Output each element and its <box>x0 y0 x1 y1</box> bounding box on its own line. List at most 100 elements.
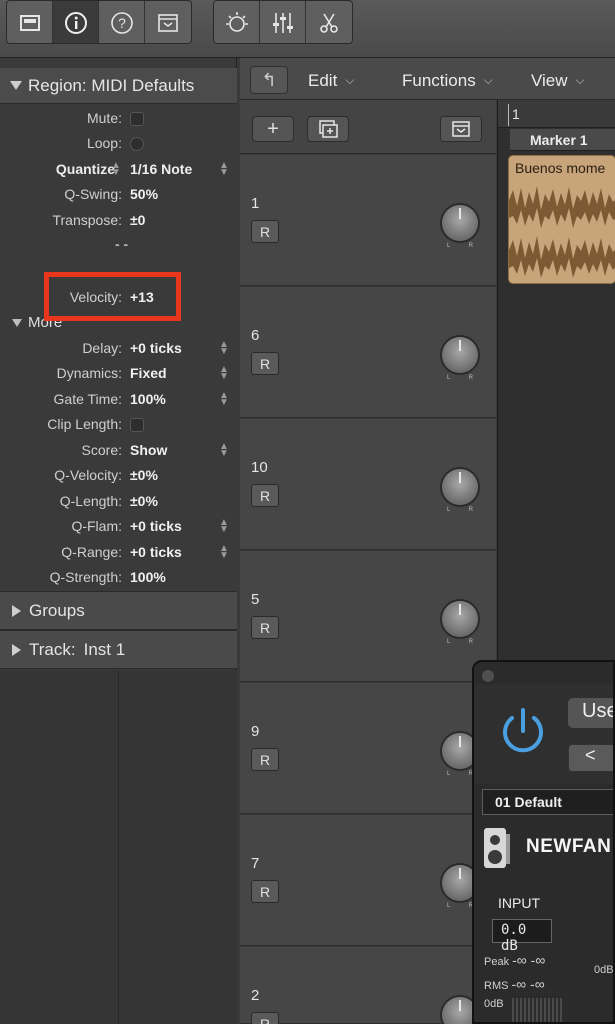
mixer-sliders-icon <box>272 13 293 33</box>
track-row[interactable]: 5 R LR <box>240 551 496 682</box>
main-toolbar: ? <box>0 0 615 58</box>
pan-knob[interactable]: LR <box>442 601 478 645</box>
dynamics-value[interactable]: Fixed <box>130 365 167 381</box>
stepper-icon: ▲ ▼ <box>219 517 229 535</box>
record-enable-button[interactable]: R <box>251 616 279 639</box>
param-quantize[interactable]: Quantize ▲ ▼ 1/16 Note ▲ ▼ <box>0 159 237 181</box>
gate-time-value[interactable]: 100% <box>130 391 166 407</box>
track-row[interactable]: 7 R LR <box>240 815 496 946</box>
smart-controls-button[interactable] <box>214 1 260 43</box>
input-gain-field[interactable]: 0.0 dB <box>492 919 552 954</box>
rms-value: -∞ -∞ <box>511 976 545 992</box>
inspector-button[interactable] <box>53 1 99 43</box>
mute-checkbox[interactable] <box>130 112 144 126</box>
track-number: 6 <box>251 327 260 344</box>
track-label: Track: <box>29 639 76 659</box>
groups-label: Groups <box>29 600 85 620</box>
waveform-graphic <box>509 186 615 278</box>
score-value[interactable]: Show <box>130 442 167 458</box>
q-velocity-value[interactable]: ±0% <box>130 467 158 483</box>
q-strength-value[interactable]: 100% <box>130 569 166 585</box>
stepper-icon: ▲ ▼ <box>219 543 229 561</box>
rms-label: RMS <box>484 980 509 992</box>
info-icon <box>64 12 87 34</box>
mixer-button[interactable] <box>260 1 306 43</box>
add-track-button[interactable]: + <box>252 116 294 142</box>
functions-menu[interactable]: Functions ⌵ <box>402 67 493 94</box>
inbox-tray-icon <box>19 15 40 31</box>
pan-knob[interactable]: LR <box>442 205 478 249</box>
quick-help-button[interactable]: ? <box>99 1 145 43</box>
track-section[interactable]: Track: Inst 1 <box>0 630 237 669</box>
loop-checkbox[interactable] <box>130 137 144 151</box>
track-row[interactable]: 6 R LR <box>240 287 496 418</box>
preset-selector[interactable]: 01 Default <box>482 789 613 815</box>
chevron-down-icon: ⌵ <box>483 73 493 87</box>
rms-readout: RMS -∞ -∞ <box>484 976 545 992</box>
q-range-value[interactable]: +0 ticks <box>130 544 182 560</box>
q-flam-value[interactable]: +0 ticks <box>130 518 182 534</box>
power-icon[interactable] <box>496 704 550 758</box>
track-number: 7 <box>251 855 260 872</box>
bar-ruler[interactable]: 1 <box>498 100 615 128</box>
view-menu[interactable]: View ⌵ <box>531 67 585 94</box>
edit-menu[interactable]: Edit ⌵ <box>308 67 354 94</box>
user-button[interactable]: Use <box>568 698 613 728</box>
clip-length-checkbox[interactable] <box>130 418 144 432</box>
pan-knob[interactable]: LR <box>442 469 478 513</box>
param-label: Loop: <box>86 135 122 151</box>
pan-lr-label: LR <box>447 639 473 645</box>
back-button[interactable]: ↰ <box>250 66 288 94</box>
param-delay: Delay: +0 ticks ▲ ▼ <box>0 338 237 360</box>
close-window-button[interactable] <box>482 670 494 682</box>
pan-knob[interactable]: LR <box>442 337 478 381</box>
knob-indicator <box>459 472 461 483</box>
peak-label: Peak <box>484 956 510 968</box>
editors-button[interactable] <box>306 1 352 43</box>
marker[interactable]: Marker 1 <box>510 129 615 151</box>
tracks-local-menu-bar: ↰ Edit ⌵ Functions ⌵ View ⌵ <box>240 58 615 100</box>
dropdown-box-icon <box>158 14 178 32</box>
param-label: Transpose: <box>52 212 122 228</box>
record-enable-button[interactable]: R <box>251 484 279 507</box>
transpose-value[interactable]: ±0 <box>130 212 145 228</box>
record-enable-button[interactable]: R <box>251 352 279 375</box>
record-enable-button[interactable]: R <box>251 880 279 903</box>
dropdown-box-icon <box>452 121 470 137</box>
q-swing-value[interactable]: 50% <box>130 186 158 202</box>
param-q-length: Q-Length: ±0% <box>0 491 237 513</box>
new-track-with-settings-button[interactable] <box>307 116 349 142</box>
global-tracks-toggle[interactable] <box>440 116 482 142</box>
record-enable-button[interactable]: R <box>251 748 279 771</box>
track-row[interactable]: 1 R LR <box>240 155 496 286</box>
previous-preset-button[interactable]: < <box>568 744 613 772</box>
peak-readout: Peak -∞ -∞ <box>484 952 545 968</box>
delay-value[interactable]: +0 ticks <box>130 340 182 356</box>
param-loop: Loop: <box>0 133 237 155</box>
param-clip-length: Clip Length: <box>0 414 237 436</box>
track-row[interactable]: 9 R LR <box>240 683 496 814</box>
track-row[interactable]: 10 R LR <box>240 419 496 550</box>
library-button[interactable] <box>7 1 53 43</box>
region-inspector-header[interactable]: Region: MIDI Defaults <box>0 68 237 104</box>
editor-button-group <box>213 0 353 44</box>
knob-indicator <box>459 736 461 747</box>
groups-section[interactable]: Groups <box>0 591 237 630</box>
quantize-value[interactable]: 1/16 Note <box>130 161 192 177</box>
track-list-header: + <box>240 100 496 154</box>
knob-indicator <box>459 604 461 615</box>
toolbar-toggle-button[interactable] <box>145 1 191 43</box>
record-enable-button[interactable]: R <box>251 220 279 243</box>
param-q-strength: Q-Strength: 100% <box>0 567 237 589</box>
disclosure-down-icon <box>10 81 22 90</box>
q-length-value[interactable]: ±0% <box>130 493 158 509</box>
view-button-group: ? <box>6 0 192 44</box>
pan-lr-label: LR <box>447 507 473 513</box>
stepper-icon: ▲ ▼ <box>219 441 229 459</box>
chevron-down-icon: ⌵ <box>575 73 585 87</box>
record-enable-button[interactable]: R <box>251 1012 279 1024</box>
param-label: Q-Flam: <box>71 518 122 534</box>
audio-region[interactable]: Buenos mome <box>508 155 615 284</box>
region-parameters: Mute: Loop: Quantize ▲ ▼ 1/16 Note ▲ ▼ Q-S… <box>0 104 237 649</box>
track-row[interactable]: 2 R <box>240 947 496 1024</box>
